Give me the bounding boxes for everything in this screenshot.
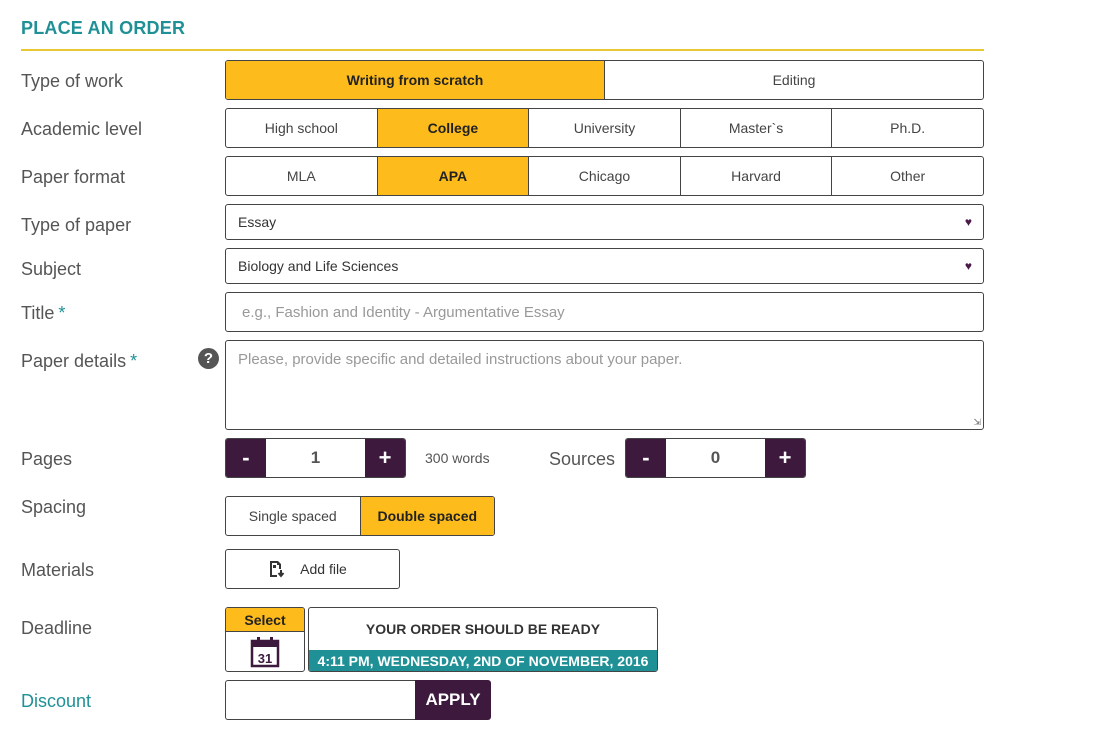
paper-format-toggle: MLA APA Chicago Harvard Other	[225, 156, 984, 196]
spacing-toggle: Single spaced Double spaced	[225, 496, 495, 536]
spacing-label: Spacing	[21, 497, 87, 517]
subject-select[interactable]: Biology and Life Sciences ♥	[225, 248, 984, 284]
sources-increment-button[interactable]: +	[765, 439, 805, 477]
type-of-work-label: Type of work	[21, 71, 124, 91]
page-header: PLACE AN ORDER	[21, 18, 984, 51]
heart-caret-icon: ♥	[964, 215, 972, 229]
ready-date: 4:11 PM, WEDNESDAY, 2ND OF NOVEMBER, 201…	[309, 650, 657, 671]
option-other[interactable]: Other	[831, 157, 983, 195]
title-label-text: Title	[21, 303, 55, 323]
option-writing-from-scratch[interactable]: Writing from scratch	[226, 61, 604, 99]
paper-details-textarea[interactable]: Please, provide specific and detailed in…	[225, 340, 984, 430]
option-double-spaced[interactable]: Double spaced	[359, 497, 494, 535]
title-placeholder: e.g., Fashion and Identity - Argumentati…	[242, 303, 565, 321]
type-of-paper-value: Essay	[238, 214, 277, 230]
calendar-day: 31	[258, 651, 272, 666]
subject-label: Subject	[21, 259, 82, 279]
academic-level-toggle: High school College University Master`s …	[225, 108, 984, 148]
type-of-work-toggle: Writing from scratch Editing	[225, 60, 984, 100]
sources-label: Sources	[549, 449, 616, 469]
deadline-select-button[interactable]: Select 31	[225, 607, 305, 672]
question-circle-icon[interactable]: ?	[198, 348, 219, 369]
type-of-paper-label: Type of paper	[21, 215, 132, 235]
calendar-icon: 31	[250, 637, 280, 668]
option-high-school[interactable]: High school	[226, 109, 377, 147]
deadline-label: Deadline	[21, 618, 93, 638]
paper-details-placeholder: Please, provide specific and detailed in…	[238, 351, 683, 368]
add-file-label: Add file	[300, 561, 347, 577]
option-apa[interactable]: APA	[376, 157, 529, 195]
option-mla[interactable]: MLA	[226, 157, 377, 195]
academic-level-label: Academic level	[21, 119, 143, 139]
subject-value: Biology and Life Sciences	[238, 258, 399, 274]
ready-title: YOUR ORDER SHOULD BE READY	[365, 621, 601, 637]
option-editing[interactable]: Editing	[604, 61, 983, 99]
add-file-button[interactable]: Add file	[225, 549, 400, 589]
pages-decrement-button[interactable]: -	[226, 439, 266, 477]
deadline-ready-box: YOUR ORDER SHOULD BE READY 4:11 PM, WEDN…	[308, 607, 658, 672]
title-input[interactable]: e.g., Fashion and Identity - Argumentati…	[225, 292, 984, 332]
discount-input[interactable]	[225, 680, 416, 720]
heart-caret-icon: ♥	[964, 259, 972, 273]
materials-label: Materials	[21, 560, 95, 580]
title-label: Title *	[21, 303, 65, 324]
option-harvard[interactable]: Harvard	[679, 157, 832, 195]
sources-value[interactable]: 0	[666, 439, 765, 477]
paper-format-label: Paper format	[21, 167, 126, 187]
words-count: 300 words	[425, 450, 490, 466]
page-title: PLACE AN ORDER	[21, 18, 186, 38]
file-upload-icon	[270, 561, 285, 578]
option-masters[interactable]: Master`s	[679, 109, 832, 147]
option-university[interactable]: University	[528, 109, 680, 147]
pages-label: Pages	[21, 449, 73, 469]
type-of-paper-select[interactable]: Essay ♥	[225, 204, 984, 240]
required-mark: *	[58, 303, 66, 323]
deadline-select-label: Select	[226, 608, 304, 632]
paper-details-label: Paper details *	[21, 351, 137, 372]
discount-label: Discount	[21, 691, 92, 711]
paper-details-label-text: Paper details	[21, 351, 127, 371]
option-chicago[interactable]: Chicago	[528, 157, 680, 195]
sources-decrement-button[interactable]: -	[626, 439, 666, 477]
required-mark: *	[130, 351, 138, 371]
option-college[interactable]: College	[376, 109, 529, 147]
option-phd[interactable]: Ph.D.	[831, 109, 983, 147]
pages-value[interactable]: 1	[266, 439, 365, 477]
sources-stepper: - 0 +	[625, 438, 806, 478]
apply-button[interactable]: APPLY	[415, 680, 491, 720]
pages-increment-button[interactable]: +	[365, 439, 405, 477]
option-single-spaced[interactable]: Single spaced	[226, 497, 360, 535]
pages-stepper: - 1 +	[225, 438, 406, 478]
resize-handle-icon[interactable]: ⇲	[973, 418, 981, 427]
